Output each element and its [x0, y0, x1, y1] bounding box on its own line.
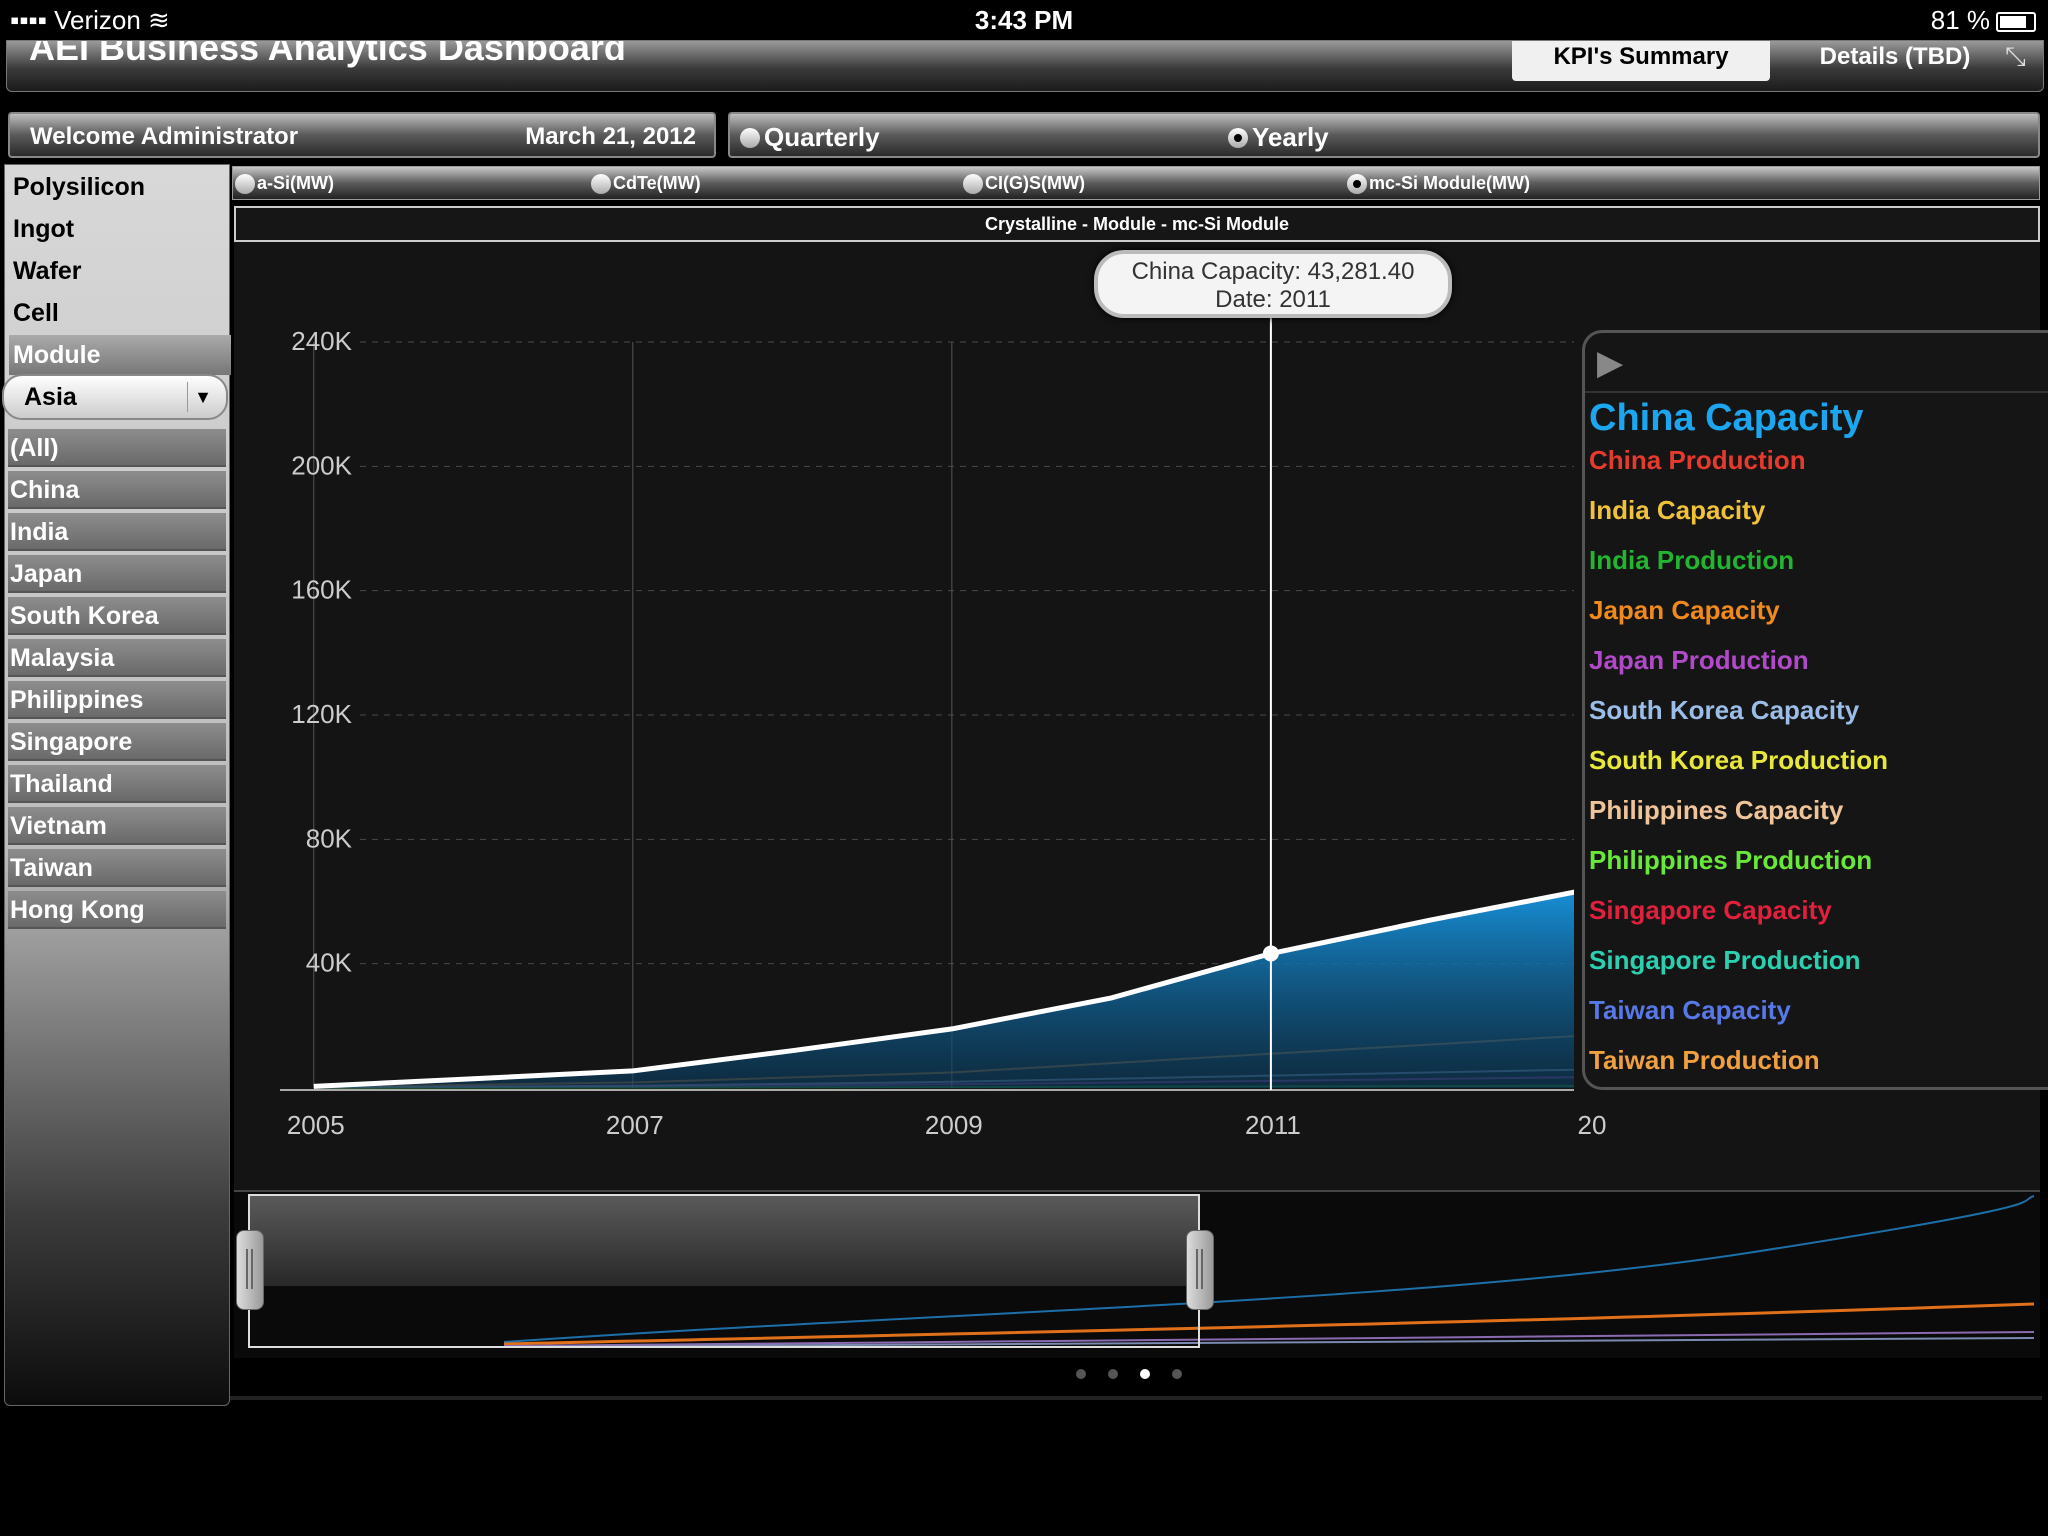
x-tick-label: 2007 [606, 1110, 664, 1140]
y-tick-label: 160K [291, 575, 352, 605]
tech-cdte-radio[interactable]: CdTe(MW) [591, 173, 701, 194]
legend-item[interactable]: Philippines Production [1589, 845, 1872, 876]
tech-mcsi-radio[interactable]: mc-Si Module(MW) [1347, 173, 1530, 194]
legend-item[interactable]: South Korea Production [1589, 745, 1888, 776]
y-tick-label: 240K [291, 326, 352, 356]
legend-item[interactable]: Singapore Production [1589, 945, 1861, 976]
selected-data-point[interactable] [1262, 945, 1279, 962]
navigator-right-handle[interactable] [1186, 1230, 1214, 1310]
data-tooltip: China Capacity: 43,281.40 Date: 2011 [1094, 250, 1452, 318]
x-tick-label: 2009 [925, 1110, 983, 1140]
y-tick-label: 40K [306, 948, 353, 978]
country-item-hong-kong[interactable]: Hong Kong [8, 891, 226, 929]
app-title: AEI Business Analytics Dashboard [29, 40, 626, 68]
radio-icon [740, 128, 760, 148]
tooltip-date: Date: 2011 [1215, 286, 1331, 313]
collapse-icon[interactable]: ⤡ [2005, 41, 2035, 71]
radio-icon [235, 174, 255, 194]
stage-cell[interactable]: Cell [9, 293, 231, 333]
period-quarterly-radio[interactable]: Quarterly [740, 122, 880, 153]
legend-item[interactable]: China Production [1589, 445, 1806, 476]
app-header: AEI Business Analytics Dashboard KPI's S… [6, 40, 2044, 92]
period-selector: Quarterly Yearly [728, 112, 2040, 158]
current-date: March 21, 2012 [525, 123, 696, 150]
tech-asi-radio[interactable]: a-Si(MW) [235, 173, 334, 194]
battery-icon [1996, 12, 2036, 33]
country-item-malaysia[interactable]: Malaysia [8, 639, 226, 677]
legend-item[interactable]: India Capacity [1589, 495, 1765, 526]
country-item-all[interactable]: (All) [8, 429, 226, 467]
welcome-bar: Welcome Administrator March 21, 2012 [8, 112, 716, 158]
region-value: Asia [24, 383, 77, 411]
country-item-japan[interactable]: Japan [8, 555, 226, 593]
page-dot[interactable] [1076, 1369, 1086, 1379]
welcome-text: Welcome Administrator [30, 123, 299, 150]
stage-ingot[interactable]: Ingot [9, 209, 231, 249]
y-tick-label: 80K [306, 823, 353, 853]
footer-divider [230, 1396, 2042, 1400]
dropdown-arrow-icon: ▼ [187, 382, 218, 412]
radio-icon [591, 174, 611, 194]
radio-icon [963, 174, 983, 194]
country-item-philippines[interactable]: Philippines [8, 681, 226, 719]
region-dropdown[interactable]: Asia ▼ [2, 374, 228, 420]
country-item-south-korea[interactable]: South Korea [8, 597, 226, 635]
country-item-singapore[interactable]: Singapore [8, 723, 226, 761]
country-item-thailand[interactable]: Thailand [8, 765, 226, 803]
stage-wafer[interactable]: Wafer [9, 251, 231, 291]
x-tick-label: 2005 [287, 1110, 345, 1140]
range-navigator[interactable] [234, 1190, 2040, 1358]
page-dot[interactable] [1172, 1369, 1182, 1379]
legend-item[interactable]: China Capacity [1589, 397, 1864, 440]
country-item-china[interactable]: China [8, 471, 226, 509]
radio-selected-icon [1347, 174, 1367, 194]
x-tick-label: 2011 [1245, 1110, 1301, 1140]
legend-item[interactable]: Japan Production [1589, 645, 1809, 676]
period-yearly-radio[interactable]: Yearly [1228, 122, 1329, 153]
navigator-selection-window[interactable] [248, 1194, 1200, 1348]
legend-item[interactable]: Taiwan Capacity [1589, 995, 1791, 1026]
legend-item[interactable]: India Production [1589, 545, 1794, 576]
country-item-vietnam[interactable]: Vietnam [8, 807, 226, 845]
y-tick-label: 200K [291, 450, 352, 480]
stage-module[interactable]: Module [9, 335, 231, 375]
page-indicator[interactable] [1076, 1366, 1204, 1384]
page-dot[interactable] [1108, 1369, 1118, 1379]
legend-item[interactable]: South Korea Capacity [1589, 695, 1859, 726]
legend-divider [1585, 391, 2048, 393]
status-bar: ▪▪▪▪ Verizon ≋ 3:43 PM 81 % [0, 0, 2048, 40]
chart-title: Crystalline - Module - mc-Si Module [234, 206, 2040, 242]
navigator-left-handle[interactable] [236, 1230, 264, 1310]
country-item-taiwan[interactable]: Taiwan [8, 849, 226, 887]
tab-details[interactable]: Details (TBD) [1775, 41, 2015, 81]
play-icon[interactable]: ▶ [1597, 343, 1637, 383]
tech-cigs-radio[interactable]: CI(G)S(MW) [963, 173, 1085, 194]
legend-item[interactable]: Philippines Capacity [1589, 795, 1843, 826]
battery-indicator: 81 % [1931, 5, 2036, 36]
tab-kpi-summary[interactable]: KPI's Summary [1512, 41, 1770, 81]
country-item-india[interactable]: India [8, 513, 226, 551]
legend-item[interactable]: Singapore Capacity [1589, 895, 1832, 926]
x-tick-label: 20 [1577, 1110, 1606, 1140]
clock: 3:43 PM [974, 5, 1074, 35]
legend-item[interactable]: Taiwan Production [1589, 1045, 1820, 1076]
y-tick-label: 120K [291, 699, 352, 729]
technology-selector: a-Si(MW) CdTe(MW) CI(G)S(MW) mc-Si Modul… [232, 166, 2040, 200]
stage-polysilicon[interactable]: Polysilicon [9, 167, 231, 207]
legend-item[interactable]: Japan Capacity [1589, 595, 1780, 626]
page-dot[interactable] [1140, 1369, 1150, 1379]
tooltip-value: China Capacity: 43,281.40 [1131, 258, 1415, 285]
radio-selected-icon [1228, 128, 1248, 148]
chart-legend: ▶ China Capacity China Production India Ca… [1582, 330, 2048, 1090]
